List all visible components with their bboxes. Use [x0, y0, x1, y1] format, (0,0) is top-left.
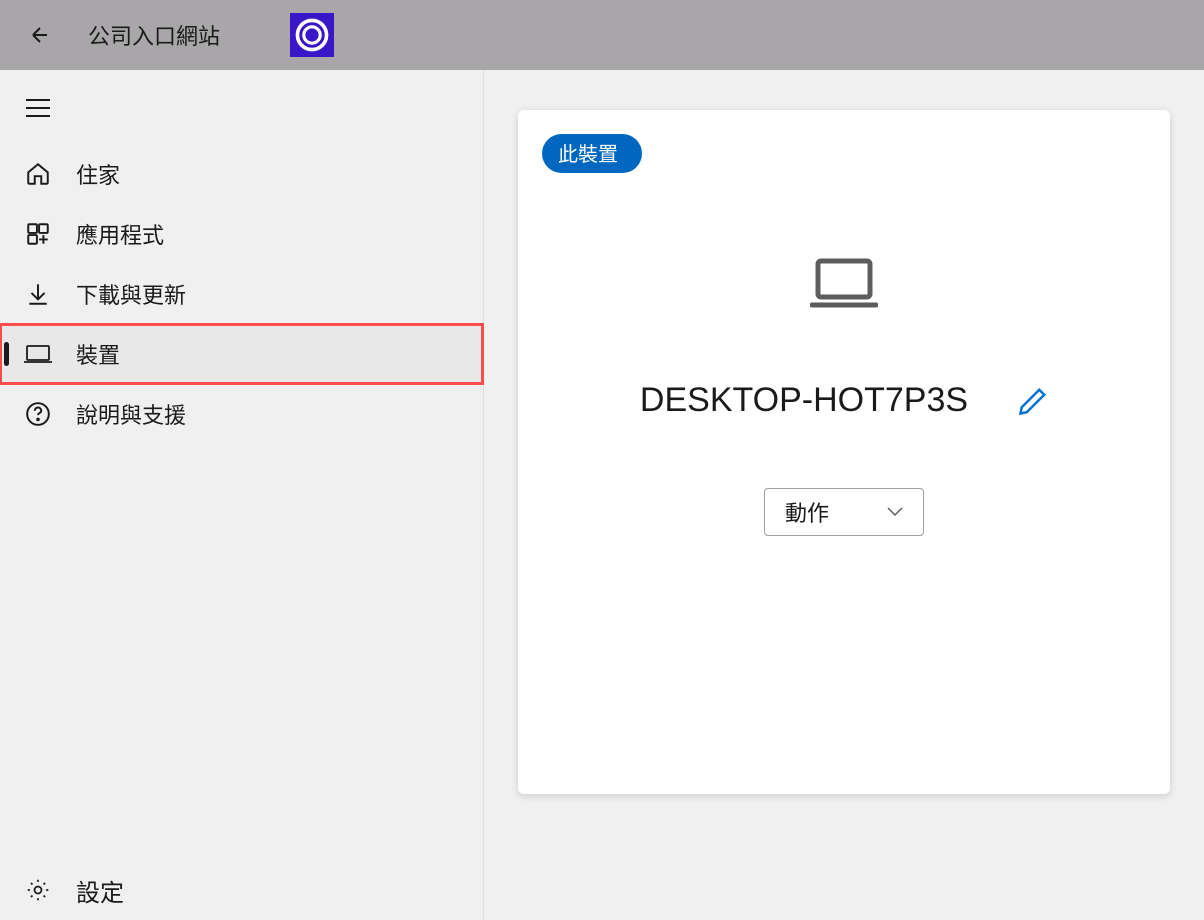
help-icon — [24, 400, 52, 428]
sidebar-item-label: 設定 — [76, 873, 124, 908]
sidebar-item-devices[interactable]: 裝置 — [0, 324, 483, 384]
app-title: 公司入口網站 — [88, 19, 220, 51]
hamburger-menu-button[interactable] — [8, 78, 68, 138]
nav-list: 住家 應用程式 下 — [0, 144, 483, 444]
sidebar: 住家 應用程式 下 — [0, 70, 484, 920]
gear-icon — [24, 876, 52, 904]
action-dropdown-label: 動作 — [785, 496, 829, 528]
pencil-icon — [1018, 386, 1048, 416]
laptop-icon — [24, 340, 52, 368]
download-icon — [24, 280, 52, 308]
app-logo-icon — [290, 13, 334, 57]
chevron-down-icon — [887, 507, 903, 517]
main-panel: 此裝置 DESKTOP-HOT7P3S 動作 — [484, 70, 1204, 920]
back-arrow-icon — [28, 23, 52, 47]
device-name: DESKTOP-HOT7P3S — [640, 381, 968, 420]
sidebar-item-label: 住家 — [76, 158, 120, 190]
sidebar-item-label: 裝置 — [76, 338, 120, 370]
sidebar-item-label: 應用程式 — [76, 218, 164, 250]
device-card: 此裝置 DESKTOP-HOT7P3S 動作 — [518, 110, 1170, 794]
sidebar-item-home[interactable]: 住家 — [0, 144, 483, 204]
sidebar-item-label: 說明與支援 — [76, 398, 186, 430]
sidebar-item-apps[interactable]: 應用程式 — [0, 204, 483, 264]
edit-device-name-button[interactable] — [1018, 386, 1048, 416]
sidebar-item-label: 下載與更新 — [76, 278, 186, 310]
titlebar: 公司入口網站 — [0, 0, 1204, 70]
this-device-badge: 此裝置 — [542, 134, 642, 173]
home-icon — [24, 160, 52, 188]
apps-icon — [24, 220, 52, 248]
back-button[interactable] — [20, 15, 60, 55]
sidebar-item-settings[interactable]: 設定 — [0, 860, 483, 920]
laptop-large-icon — [810, 257, 878, 309]
action-dropdown[interactable]: 動作 — [764, 488, 924, 536]
sidebar-item-help[interactable]: 說明與支援 — [0, 384, 483, 444]
hamburger-icon — [26, 98, 50, 118]
sidebar-item-downloads[interactable]: 下載與更新 — [0, 264, 483, 324]
